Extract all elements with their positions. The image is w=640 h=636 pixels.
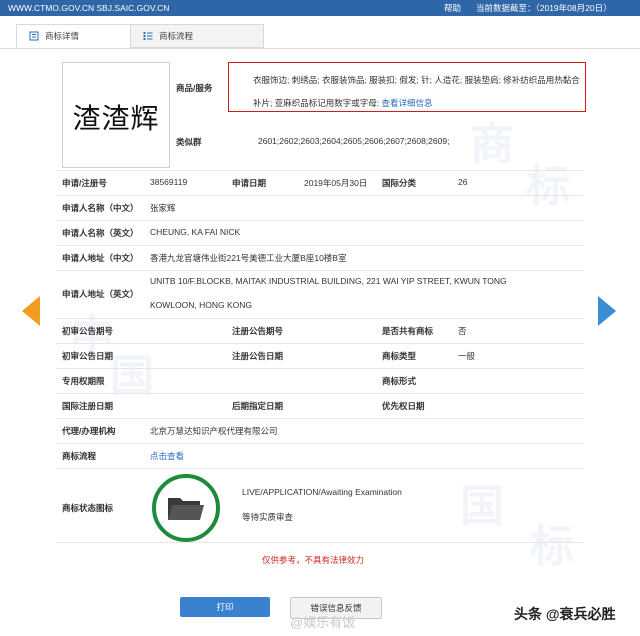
status-cn: 等待实质审查 (242, 512, 294, 522)
brand-text: 头条 @衰兵必胜 (514, 606, 616, 622)
reg-pub-no-label: 注册公告期号 (232, 326, 284, 336)
site-url: WWW.CTMO.GOV.CN SBJ.SAIC.GOV.CN (8, 3, 170, 13)
flow-label: 商标流程 (62, 451, 97, 461)
goods-list: 衣服饰边; 刺绣品; 衣服装饰品; 服装扣; 假发; 针; 人造花; 服装垫肩;… (253, 69, 583, 115)
divider (56, 542, 584, 543)
reg-pub-date-label: 注册公告日期 (232, 351, 284, 361)
app-date-label: 申请日期 (232, 178, 267, 188)
prelim-pub-date-label: 初审公告日期 (62, 351, 114, 361)
divider (56, 318, 584, 319)
applicant-en-label: 申请人名称（英文） (62, 228, 139, 238)
status-badge (152, 474, 220, 542)
address-cn-value: 香港九龙官塘伟业街221号美德工业大厦B座10楼B室 (150, 253, 347, 263)
tab-label: 商标流程 (159, 31, 194, 41)
agent-value: 北京万慧达知识产权代理有限公司 (150, 426, 278, 436)
goods-label: 商品/服务 (176, 83, 213, 93)
background-watermark: 标 (526, 161, 570, 212)
shared-mark-value: 否 (458, 326, 467, 336)
reg-no-label: 申请/注册号 (62, 178, 107, 188)
status-en: LIVE/APPLICATION/Awaiting Examination (242, 487, 402, 497)
mark-type-label: 商标类型 (382, 351, 417, 361)
background-watermark: 国 (460, 481, 504, 532)
divider (56, 443, 584, 444)
agent-label: 代理/办理机构 (62, 426, 116, 436)
similar-group-value: 2601;2602;2603;2604;2605;2606;2607;2608;… (258, 136, 450, 146)
tab-label: 商标详情 (45, 31, 80, 41)
data-date: 当前数据截至：（2019年08月20日） (476, 3, 612, 13)
intl-class-value: 26 (458, 177, 468, 187)
document-icon (29, 31, 39, 41)
status-icon-label: 商标状态图标 (62, 503, 114, 513)
top-bar: WWW.CTMO.GOV.CN SBJ.SAIC.GOV.CN 帮助 当前数据截… (0, 0, 640, 16)
view-flow-link[interactable]: 点击查看 (150, 450, 184, 462)
mark-type-value: 一般 (458, 351, 476, 361)
disclaimer-text: 仅供参考，不具有法律效力 (262, 555, 365, 565)
divider (56, 195, 584, 196)
divider (56, 393, 584, 394)
divider (56, 220, 584, 221)
applicant-cn-value: 张家辉 (150, 203, 176, 213)
background-watermark: 商 (470, 119, 514, 170)
exclusive-period-label: 专用权期限 (62, 376, 105, 386)
shared-mark-label: 是否共有商标 (382, 326, 434, 336)
address-en-label: 申请人地址（英文） (62, 289, 139, 299)
trademark-image: 渣渣辉 (62, 62, 170, 168)
prelim-pub-no-label: 初审公告期号 (62, 326, 114, 336)
divider (56, 368, 584, 369)
intl-reg-date-label: 国际注册日期 (62, 401, 114, 411)
help-link[interactable]: 帮助 (444, 0, 461, 16)
print-button[interactable]: 打印 (180, 597, 270, 617)
applicant-en-value: CHEUNG, KA FAI NICK (150, 227, 241, 237)
goods-highlight-box: 衣服饰边; 刺绣品; 衣服装饰品; 服装扣; 假发; 针; 人造花; 服装垫肩;… (228, 62, 586, 112)
background-watermark: 国 (110, 351, 154, 402)
next-arrow-icon[interactable] (598, 296, 616, 326)
divider (56, 343, 584, 344)
divider (56, 270, 584, 271)
divider (56, 245, 584, 246)
later-designation-date-label: 后期指定日期 (232, 401, 284, 411)
previous-arrow-icon[interactable] (22, 296, 40, 326)
tab-trademark-detail[interactable]: 商标详情 (16, 24, 138, 48)
divider (56, 170, 584, 171)
list-icon (143, 32, 153, 40)
mark-form-label: 商标形式 (382, 376, 417, 386)
intl-class-label: 国际分类 (382, 178, 417, 188)
app-date-value: 2019年05月30日 (304, 178, 368, 188)
similar-group-label: 类似群 (176, 137, 202, 147)
folder-icon (168, 498, 204, 520)
trademark-text: 渣渣辉 (72, 102, 160, 135)
tab-bar: 商标详情 商标流程 (0, 18, 640, 49)
reg-no-value: 38569119 (150, 177, 188, 187)
tab-trademark-flow[interactable]: 商标流程 (130, 24, 264, 48)
address-en-line2: KOWLOON, HONG KONG (150, 300, 253, 310)
view-detail-link[interactable]: 查看详细信息 (381, 98, 432, 108)
divider (56, 418, 584, 419)
address-cn-label: 申请人地址（中文） (62, 253, 139, 263)
applicant-cn-label: 申请人名称（中文） (62, 203, 139, 213)
address-en-line1: UNITB 10/F.BLOCKB, MAITAK INDUSTRIAL BUI… (150, 276, 507, 286)
priority-date-label: 优先权日期 (382, 401, 425, 411)
divider (56, 468, 584, 469)
watermark-text: @娱乐有饭 (290, 615, 356, 630)
